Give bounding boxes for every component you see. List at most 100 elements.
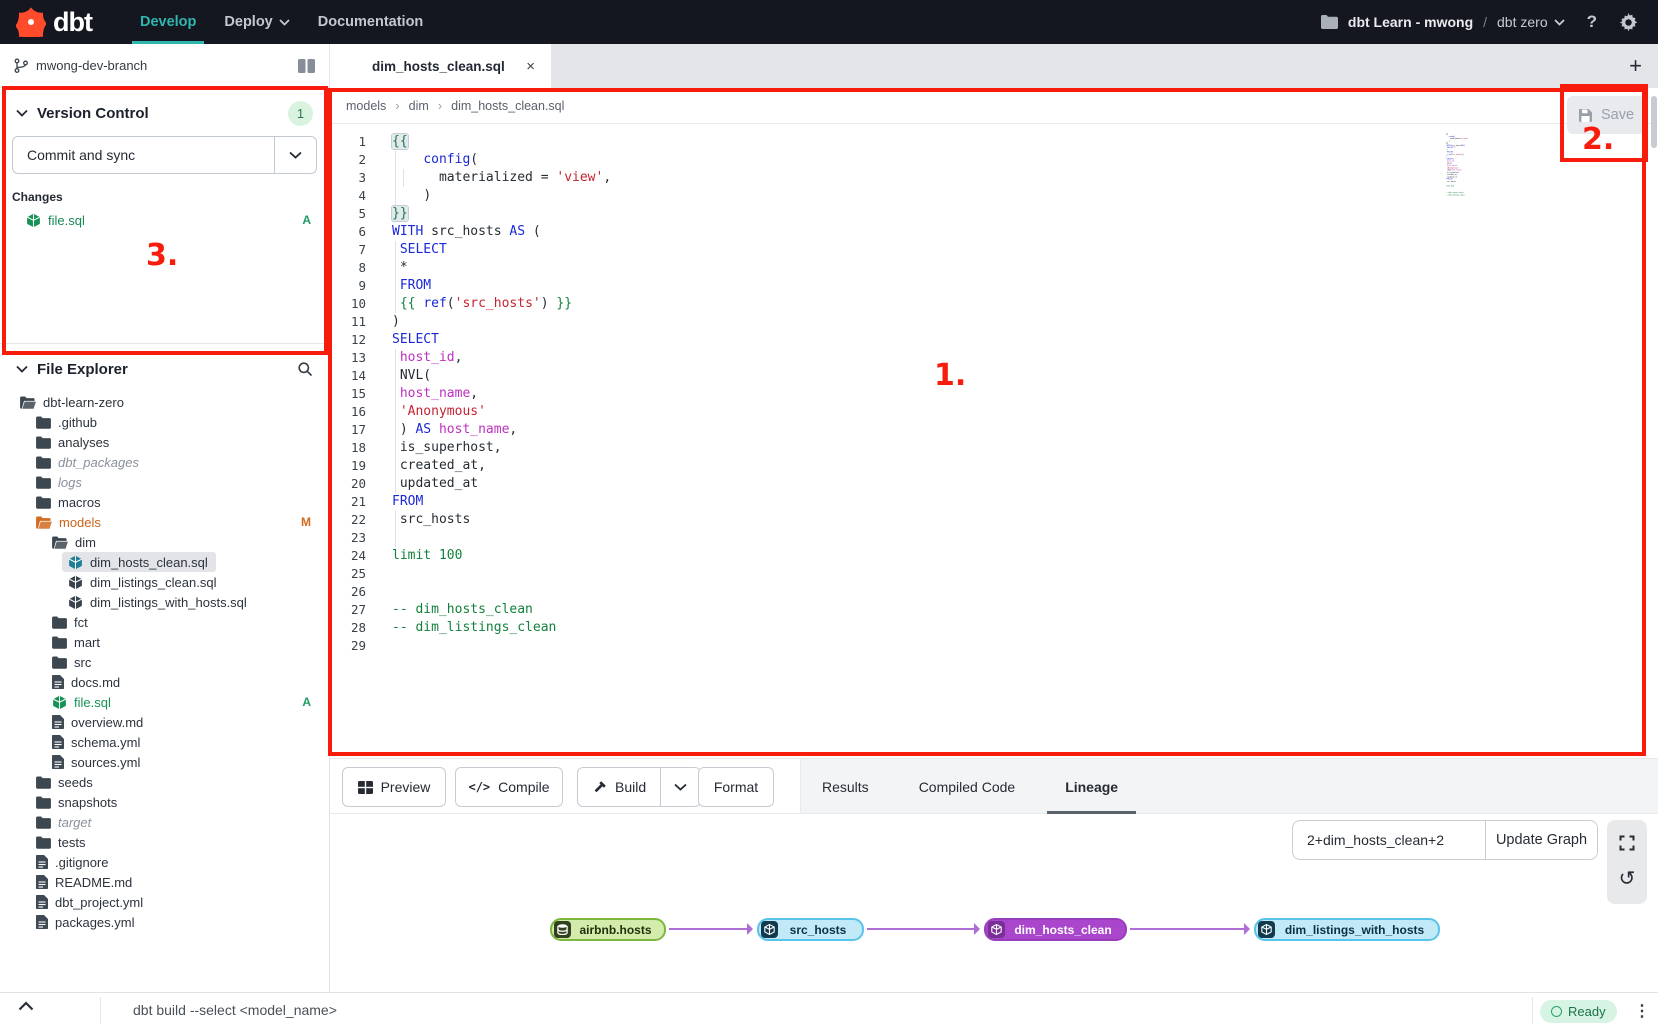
nav-item-develop[interactable]: Develop [126, 0, 210, 44]
folder-icon [36, 456, 51, 469]
tree-item-dbt_project.yml[interactable]: dbt_project.yml [0, 892, 329, 912]
tree-item-dbt-learn-zero[interactable]: dbt-learn-zero [0, 392, 329, 412]
chevron-down-icon [279, 19, 290, 26]
build-button[interactable]: Build [578, 768, 660, 806]
fullscreen-icon[interactable] [1619, 835, 1635, 851]
model-icon [68, 575, 83, 590]
arrowhead-icon [747, 923, 753, 935]
reset-view-icon[interactable]: ↺ [1619, 869, 1636, 889]
tree-item-tests[interactable]: tests [0, 832, 329, 852]
close-icon[interactable]: × [526, 58, 535, 75]
kebab-menu-icon[interactable]: ⋮ [1634, 1001, 1650, 1021]
account-name: dbt Learn - mwong [1348, 14, 1473, 30]
tree-item-packages.yml[interactable]: packages.yml [0, 912, 329, 932]
command-input[interactable]: dbt build --select <model_name> [133, 1002, 337, 1018]
tree-item-dim_listings_clean.sql[interactable]: dim_listings_clean.sql [0, 572, 329, 592]
tree-item-analyses[interactable]: analyses [0, 432, 329, 452]
compile-button[interactable]: </> Compile [455, 767, 563, 807]
commit-and-sync-button[interactable]: Commit and sync [12, 136, 317, 174]
dbt-logo-text: dbt [53, 7, 92, 38]
folder-icon [36, 836, 51, 849]
panel-tab-results[interactable]: Results [820, 759, 871, 815]
file-icon [52, 755, 64, 769]
tree-item-dim_listings_with_hosts.sql[interactable]: dim_listings_with_hosts.sql [0, 592, 329, 612]
breadcrumb-item-models[interactable]: models [346, 99, 386, 113]
code-area[interactable]: 1{{2 config(3 materialized = 'view',4 )5… [330, 124, 1658, 758]
branch-name[interactable]: mwong-dev-branch [36, 58, 147, 73]
help-icon[interactable]: ? [1587, 12, 1597, 32]
lineage-node-dim_listings_with_hosts[interactable]: dim_listings_with_hosts [1254, 918, 1440, 941]
tree-item-src[interactable]: src [0, 652, 329, 672]
file-icon [36, 855, 48, 869]
tree-item-.gitignore[interactable]: .gitignore [0, 852, 329, 872]
lineage-edge [669, 928, 749, 930]
tree-item-macros[interactable]: macros [0, 492, 329, 512]
tree-item-snapshots[interactable]: snapshots [0, 792, 329, 812]
code-editor: models›dim›dim_hosts_clean.sql Save 1{{2… [330, 88, 1658, 758]
lineage-edge [867, 928, 976, 930]
environment-selector[interactable]: dbt zero [1497, 14, 1565, 30]
branch-bar: mwong-dev-branch [0, 44, 330, 88]
tree-item-docs.md[interactable]: docs.md [0, 672, 329, 692]
panel-tabs: Results Compiled Code Lineage [820, 759, 1120, 815]
folder-icon [52, 616, 67, 629]
account-switcher[interactable]: dbt Learn - mwong / dbt zero [1348, 14, 1565, 30]
breadcrumb-item-dim_hosts_clean.sql[interactable]: dim_hosts_clean.sql [451, 99, 564, 113]
file-icon [36, 875, 48, 889]
nav-item-deploy[interactable]: Deploy [210, 0, 303, 44]
tree-item-schema.yml[interactable]: schema.yml [0, 732, 329, 752]
lineage-node-airbnb.hosts[interactable]: airbnb.hosts [550, 918, 666, 941]
git-status-badge: A [302, 213, 311, 227]
gear-icon[interactable] [1619, 13, 1638, 32]
tree-item-fct[interactable]: fct [0, 612, 329, 632]
chevron-down-icon [1554, 19, 1565, 26]
tree-item-file.sql[interactable]: file.sqlA [0, 692, 329, 712]
tree-item-dim_hosts_clean.sql[interactable]: dim_hosts_clean.sql [0, 552, 329, 572]
search-icon[interactable] [297, 361, 313, 377]
file-icon [36, 895, 48, 909]
version-control-title: Version Control [37, 105, 149, 122]
build-options-caret[interactable] [660, 768, 700, 806]
tab-title: dim_hosts_clean.sql [372, 59, 526, 74]
breadcrumb-item-dim[interactable]: dim [409, 99, 429, 113]
tree-item-dim[interactable]: dim [0, 532, 329, 552]
model-teal-icon [68, 555, 83, 570]
tree-item-sources.yml[interactable]: sources.yml [0, 752, 329, 772]
editor-scrollbar[interactable] [1651, 96, 1657, 148]
tree-item-logs[interactable]: logs [0, 472, 329, 492]
lineage-selector-input[interactable]: 2+dim_hosts_clean+2 [1293, 821, 1485, 859]
format-button[interactable]: Format [698, 767, 774, 807]
panel-tab-lineage[interactable]: Lineage [1063, 759, 1120, 815]
change-item-file.sql[interactable]: file.sql A [0, 208, 329, 232]
tree-item-.github[interactable]: .github [0, 412, 329, 432]
model-icon [26, 213, 41, 228]
dbt-logo[interactable]: dbt [16, 7, 92, 38]
git-status-badge: A [302, 695, 311, 709]
file-icon [52, 715, 64, 729]
preview-button[interactable]: Preview [342, 767, 446, 807]
tree-item-seeds[interactable]: seeds [0, 772, 329, 792]
tree-item-models[interactable]: modelsM [0, 512, 329, 532]
file-explorer-header[interactable]: File Explorer [0, 352, 329, 386]
chevron-up-icon[interactable] [18, 1001, 34, 1011]
lineage-node-src_hosts[interactable]: src_hosts [757, 918, 864, 941]
tree-item-target[interactable]: target [0, 812, 329, 832]
tab-strip: dim_hosts_clean.sql × + [330, 44, 1658, 88]
tree-item-overview.md[interactable]: overview.md [0, 712, 329, 732]
tree-item-README.md[interactable]: README.md [0, 872, 329, 892]
version-control-header[interactable]: Version Control 1 [0, 96, 329, 130]
split-view-icon[interactable] [298, 59, 315, 73]
tab-dim-hosts-clean[interactable]: dim_hosts_clean.sql × [330, 44, 551, 88]
tree-item-dbt_packages[interactable]: dbt_packages [0, 452, 329, 472]
new-tab-button[interactable]: + [1629, 53, 1642, 79]
nav-item-documentation[interactable]: Documentation [304, 0, 438, 44]
code-icon: </> [468, 780, 490, 794]
update-graph-button[interactable]: Update Graph [1485, 821, 1597, 859]
tree-item-mart[interactable]: mart [0, 632, 329, 652]
dbt-logo-icon [16, 7, 46, 37]
lineage-node-dim_hosts_clean[interactable]: dim_hosts_clean [984, 918, 1127, 941]
model-icon [68, 595, 83, 610]
editor-minimap[interactable]: 1{{2 config(3 materialized = 'view',4 )5… [1446, 133, 1480, 199]
panel-tab-compiled-code[interactable]: Compiled Code [917, 759, 1018, 815]
commit-options-caret[interactable] [274, 137, 316, 173]
